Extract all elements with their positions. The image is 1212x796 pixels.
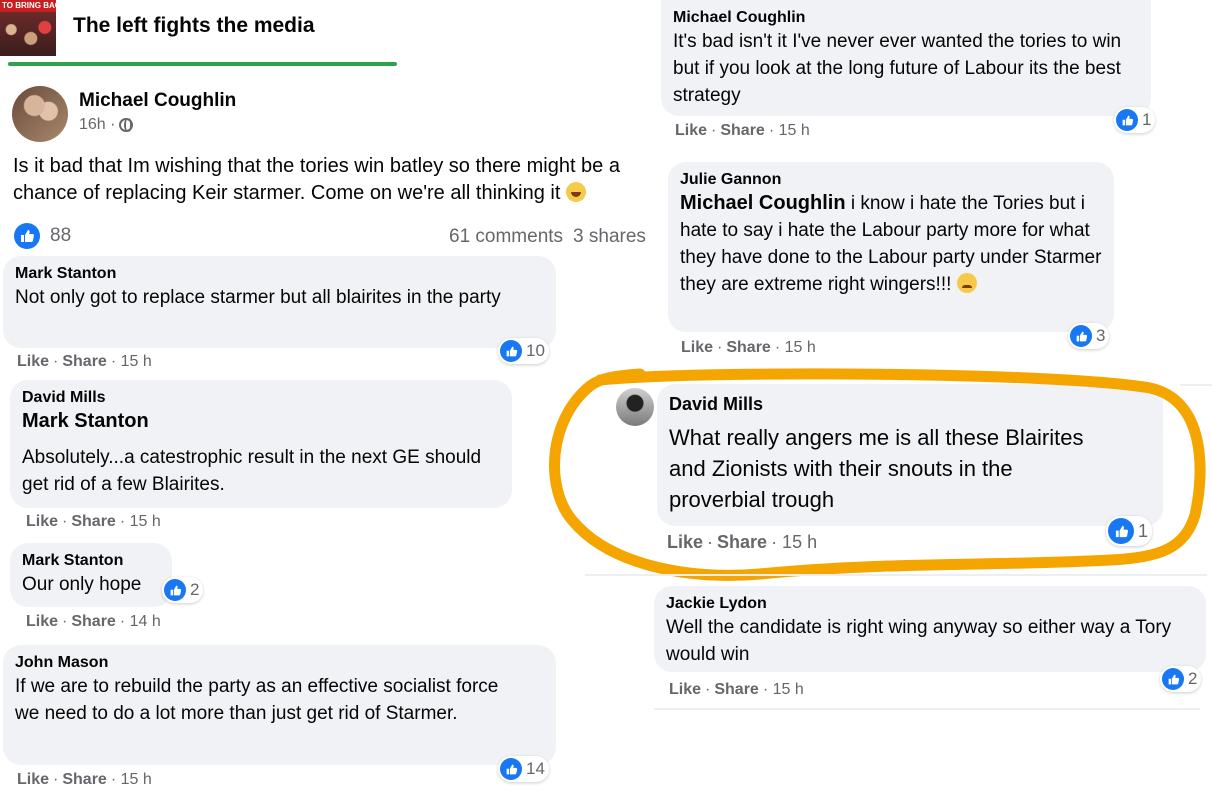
share-button[interactable]: Share	[714, 681, 758, 699]
comment-actions: Like · Share · 15 h	[669, 681, 804, 699]
comment-author[interactable]: Jackie Lydon	[666, 594, 1194, 614]
comment-bubble: Jackie Lydon Well the candidate is right…	[654, 586, 1206, 672]
divider	[654, 708, 1200, 710]
highlight-circle	[549, 368, 1206, 581]
divider	[585, 574, 1207, 576]
comment-reactions[interactable]: 2	[1160, 666, 1202, 692]
like-button[interactable]: Like	[669, 681, 701, 699]
thumbs-up-icon	[1162, 668, 1184, 690]
comment-text: Well the candidate is right wing anyway …	[666, 617, 1172, 665]
comment-time[interactable]: · 15 h	[763, 681, 804, 699]
reaction-count: 2	[1188, 669, 1198, 688]
